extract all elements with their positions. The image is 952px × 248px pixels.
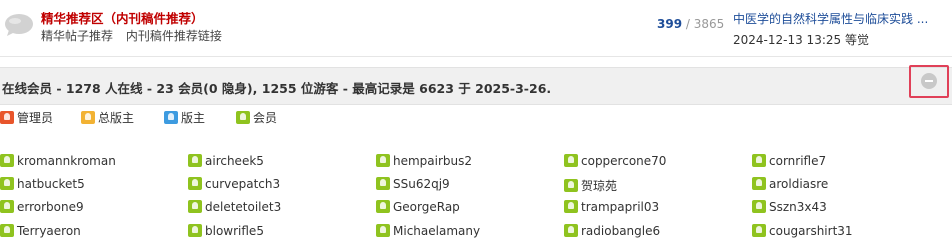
online-user-name: SSu62qj9 — [393, 177, 450, 191]
online-user-link[interactable]: Sszn3x43 — [752, 200, 827, 214]
member-user-icon — [0, 154, 14, 167]
online-user-name: coppercone70 — [581, 154, 667, 168]
online-user-link[interactable]: aroldiasre — [752, 177, 828, 191]
online-user-name: errorbone9 — [17, 200, 84, 214]
member-user-icon — [188, 177, 202, 190]
online-user-link[interactable]: coppercone70 — [564, 154, 666, 168]
legend-moderator: 版主 — [164, 109, 205, 126]
collapse-highlight — [909, 65, 949, 98]
online-user-link[interactable]: GeorgeRap — [376, 200, 460, 214]
member-user-icon — [564, 154, 578, 167]
member-user-icon — [0, 200, 14, 213]
online-user-name: 贺琼苑 — [581, 179, 618, 193]
online-user-name: blowrifle5 — [205, 224, 264, 238]
online-user-name: trampapril03 — [581, 200, 660, 214]
online-user-link[interactable]: hatbucket5 — [0, 177, 85, 191]
member-user-icon — [752, 224, 766, 237]
forum-title-link[interactable]: 精华推荐区（内刊稿件推荐） — [41, 8, 204, 27]
member-user-icon — [564, 224, 578, 237]
member-user-icon — [752, 154, 766, 167]
online-user-name: aircheek5 — [205, 154, 264, 168]
online-user-name: aroldiasre — [769, 177, 829, 191]
member-user-icon — [376, 177, 390, 190]
legend-admin-label: 管理员 — [17, 111, 54, 125]
online-user-name: Terryaeron — [17, 224, 81, 238]
online-user-link[interactable]: cougarshirt31 — [752, 224, 853, 238]
last-post-meta: 2024-12-13 13:25 等觉 — [733, 33, 869, 47]
online-user-name: hatbucket5 — [17, 177, 85, 191]
member-user-icon — [188, 224, 202, 237]
online-user-link[interactable]: errorbone9 — [0, 200, 84, 214]
online-user-name: GeorgeRap — [393, 200, 460, 214]
thread-count: 399 — [657, 17, 683, 31]
online-user-name: cougarshirt31 — [769, 224, 853, 238]
online-user-name: radiobangle6 — [581, 224, 661, 238]
member-user-icon — [376, 224, 390, 237]
online-user-link[interactable]: Michaelamany — [376, 224, 480, 238]
member-user-icon — [376, 154, 390, 167]
legend-admin: 管理员 — [0, 109, 53, 126]
online-user-link[interactable]: 贺琼苑 — [564, 177, 617, 194]
online-members-bar: 在线会员 - 1278 人在线 - 23 会员(0 隐身), 1255 位游客 … — [0, 65, 952, 105]
online-user-link[interactable]: hempairbus2 — [376, 154, 472, 168]
member-user-icon — [752, 177, 766, 190]
legend-moderator-label: 版主 — [181, 111, 206, 125]
post-count: 3865 — [693, 17, 725, 31]
member-user-icon — [564, 200, 578, 213]
member-user-icon — [188, 154, 202, 167]
online-user-link[interactable]: kromannkroman — [0, 154, 116, 168]
online-user-link[interactable]: radiobangle6 — [564, 224, 660, 238]
member-user-icon — [564, 179, 578, 192]
admin-user-icon — [0, 111, 14, 124]
member-user-icon — [0, 224, 14, 237]
forum-row: 精华推荐区（内刊稿件推荐） 精华帖子推荐 内刊稿件推荐链接 399 / 3865… — [0, 0, 952, 57]
last-post-title-link[interactable]: 中医学的自然科学属性与临床实践 ... — [733, 10, 928, 27]
member-user-icon — [236, 111, 250, 124]
online-user-name: deletetoilet3 — [205, 200, 282, 214]
member-user-icon — [376, 200, 390, 213]
online-user-link[interactable]: trampapril03 — [564, 200, 659, 214]
online-user-link[interactable]: blowrifle5 — [188, 224, 264, 238]
collapse-icon[interactable] — [921, 73, 937, 89]
online-user-link[interactable]: deletetoilet3 — [188, 200, 281, 214]
online-user-link[interactable]: aircheek5 — [188, 154, 264, 168]
online-user-name: Michaelamany — [393, 224, 481, 238]
legend-super-moderator: 总版主 — [81, 109, 134, 126]
member-user-icon — [188, 200, 202, 213]
moderator-user-icon — [164, 111, 178, 124]
subforum-link-featured[interactable]: 精华帖子推荐 — [41, 29, 113, 43]
member-user-icon — [752, 200, 766, 213]
online-user-link[interactable]: Terryaeron — [0, 224, 81, 238]
member-user-icon — [0, 177, 14, 190]
online-user-name: cornrifle7 — [769, 154, 827, 168]
legend-super-moderator-label: 总版主 — [98, 111, 135, 125]
forum-bubble-icon — [5, 14, 33, 36]
forum-sublinks: 精华帖子推荐 内刊稿件推荐链接 — [41, 27, 231, 44]
online-user-name: curvepatch3 — [205, 177, 281, 191]
online-user-name: Sszn3x43 — [769, 200, 827, 214]
online-user-name: hempairbus2 — [393, 154, 473, 168]
super-moderator-user-icon — [81, 111, 95, 124]
online-user-link[interactable]: cornrifle7 — [752, 154, 826, 168]
legend-member: 会员 — [236, 109, 277, 126]
forum-stats: 399 / 3865 — [657, 17, 724, 31]
subforum-link-journal[interactable]: 内刊稿件推荐链接 — [126, 29, 222, 43]
online-user-link[interactable]: SSu62qj9 — [376, 177, 450, 191]
last-post: 中医学的自然科学属性与临床实践 ... 2024-12-13 13:25 等觉 — [733, 10, 928, 48]
legend-member-label: 会员 — [253, 111, 278, 125]
online-user-name: kromannkroman — [17, 154, 116, 168]
online-user-link[interactable]: curvepatch3 — [188, 177, 280, 191]
online-summary: 在线会员 - 1278 人在线 - 23 会员(0 隐身), 1255 位游客 … — [2, 81, 552, 96]
stats-separator: / — [685, 17, 690, 31]
